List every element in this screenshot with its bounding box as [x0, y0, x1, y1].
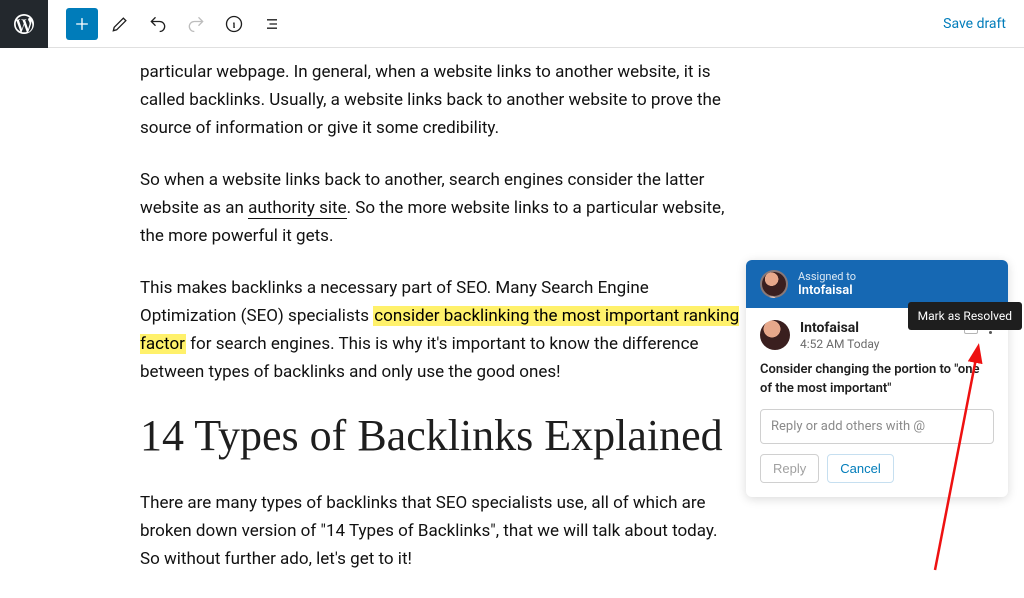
reply-input[interactable]: Reply or add others with @: [760, 409, 994, 444]
reply-placeholder: Reply or add others with @: [771, 419, 925, 434]
undo-button[interactable]: [142, 8, 174, 40]
avatar: [760, 270, 788, 298]
assigned-text: Assigned to Intofaisal: [798, 270, 856, 298]
link-authority-site[interactable]: authority site: [248, 198, 346, 219]
save-draft-button[interactable]: Save draft: [943, 16, 1006, 32]
text: for search engines. This is why it's imp…: [140, 334, 698, 382]
undo-icon: [148, 14, 168, 34]
comment-panel: Mark as Resolved Assigned to Intofaisal …: [746, 260, 1008, 497]
pencil-icon: [110, 14, 130, 34]
paragraph[interactable]: This makes backlinks a necessary part of…: [140, 274, 740, 386]
reply-button[interactable]: Reply: [760, 454, 819, 483]
redo-icon: [186, 14, 206, 34]
editor-toolbar: Save draft: [0, 0, 1024, 48]
assignee-name: Intofaisal: [798, 283, 853, 298]
info-button[interactable]: [218, 8, 250, 40]
paragraph[interactable]: So when a website links back to another,…: [140, 166, 740, 250]
edit-mode-button[interactable]: [104, 8, 136, 40]
paragraph[interactable]: particular webpage. In general, when a w…: [140, 58, 740, 142]
plus-icon: [72, 14, 92, 34]
outline-button[interactable]: [256, 8, 288, 40]
add-block-button[interactable]: [66, 8, 98, 40]
toolbar-left-group: [48, 8, 288, 40]
editor-content[interactable]: particular webpage. In general, when a w…: [0, 48, 740, 573]
comment-reply-area: Reply or add others with @ Reply Cancel: [746, 409, 1008, 497]
list-view-icon: [262, 14, 282, 34]
assigned-label: Assigned to: [798, 270, 856, 283]
avatar: [760, 320, 790, 350]
info-icon: [224, 14, 244, 34]
cancel-button[interactable]: Cancel: [827, 454, 893, 483]
heading[interactable]: 14 Types of Backlinks Explained: [140, 410, 740, 463]
wordpress-logo[interactable]: [0, 0, 48, 48]
comment-timestamp: 4:52 AM Today: [800, 337, 879, 351]
wordpress-icon: [12, 12, 36, 36]
comment-text: Consider changing the portion to "one of…: [760, 361, 994, 399]
resolve-tooltip: Mark as Resolved: [908, 302, 1022, 330]
paragraph[interactable]: There are many types of backlinks that S…: [140, 489, 740, 573]
comment-author-name: Intofaisal: [800, 320, 879, 336]
redo-button: [180, 8, 212, 40]
comment-assigned-header: Assigned to Intofaisal: [746, 260, 1008, 308]
